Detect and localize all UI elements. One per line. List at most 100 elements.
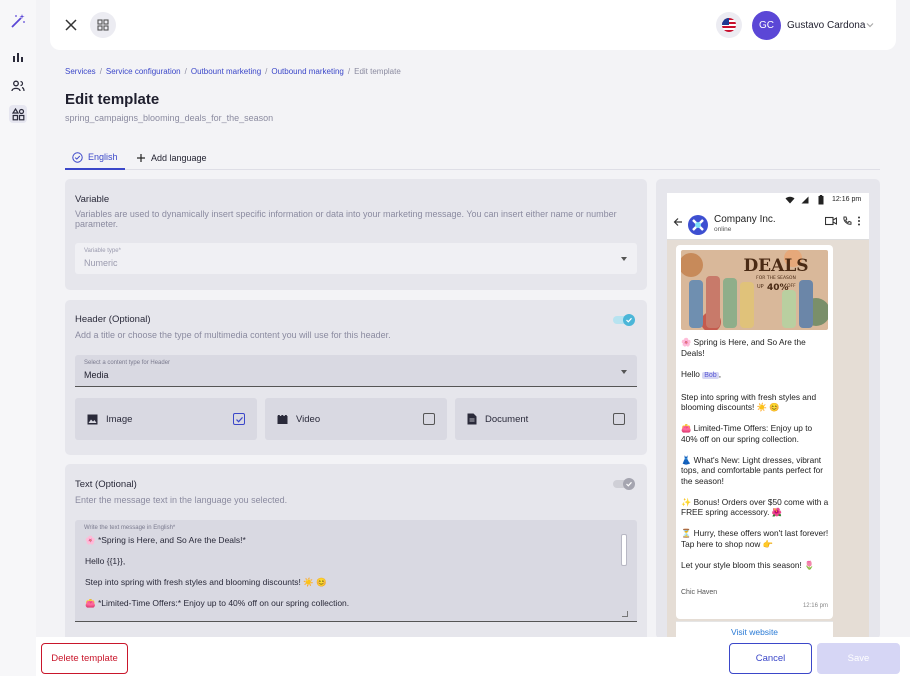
content-type-value: Media <box>84 370 109 380</box>
message-greeting: Hello Bob, <box>681 368 722 379</box>
users-icon[interactable] <box>9 77 27 95</box>
chat-actions <box>825 216 861 226</box>
footer-bar: Delete template Cancel Save <box>36 637 910 676</box>
message-paragraph: ⏳ Hurry, these offers won't last forever… <box>681 528 829 538</box>
media-option-video[interactable]: Video <box>265 398 447 440</box>
variable-type-label: Variable type* <box>84 248 121 254</box>
video-checkbox[interactable] <box>423 413 435 425</box>
message-time: 12:16 pm <box>802 603 828 609</box>
tab-english[interactable]: English <box>65 146 125 170</box>
variable-chip: Bob <box>702 371 719 379</box>
page-title: Edit template <box>65 91 160 108</box>
close-icon[interactable] <box>62 16 80 34</box>
apps-icon[interactable] <box>90 12 116 38</box>
phone-time: 12:16 pm <box>832 196 862 203</box>
shapes-icon[interactable] <box>9 105 27 123</box>
company-logo <box>688 215 708 235</box>
breadcrumb-service-configuration[interactable]: Service configuration <box>106 67 181 76</box>
more-vertical-icon <box>858 216 860 226</box>
promo-upto: UP <box>757 284 764 290</box>
image-checkbox[interactable] <box>233 413 245 425</box>
header-description: Add a title or choose the type of multim… <box>75 330 391 340</box>
message-textarea-label: Write the text message in English* <box>84 525 176 531</box>
message-line <box>85 546 613 557</box>
sidebar <box>0 0 36 676</box>
breadcrumb-outbound-marketing[interactable]: Outbound marketing <box>271 67 344 76</box>
message-line: Hello {{1}}, <box>85 556 126 566</box>
promo-percent: 40% <box>767 283 789 293</box>
promo-off: OFF <box>787 283 796 289</box>
variable-section: Variable Variables are used to dynamical… <box>65 179 647 290</box>
header-section: Header (Optional) Add a title or choose … <box>65 300 647 455</box>
plus-icon <box>137 154 145 162</box>
content-type-label: Select a content type for Header <box>84 360 171 366</box>
toggle-check-icon <box>623 478 635 490</box>
language-tabs: English Add language <box>65 146 880 170</box>
avatar[interactable]: GC <box>752 11 781 40</box>
breadcrumb-separator: / <box>265 67 268 76</box>
message-paragraph: 👛 Limited-Time Offers: Enjoy up to 40% o… <box>681 423 813 444</box>
variable-description: Variables are used to dynamically insert… <box>75 209 617 229</box>
top-bar: GC Gustavo Cardona <box>50 0 896 50</box>
dropdown-arrow-icon <box>621 370 627 374</box>
chat-header: Company Inc. online <box>667 207 869 240</box>
document-checkbox[interactable] <box>613 413 625 425</box>
chevron-down-icon[interactable] <box>865 20 875 30</box>
company-name: Company Inc. <box>714 214 776 225</box>
media-option-image[interactable]: Image <box>75 398 257 440</box>
us-flag-icon[interactable] <box>716 12 742 38</box>
message-paragraph: Let your style bloom this season! 🌷 <box>681 559 815 570</box>
phone-icon <box>843 216 852 225</box>
text-section: Text (Optional) Enter the message text i… <box>65 464 647 642</box>
breadcrumb-outbount-marketing[interactable]: Outbount marketing <box>191 67 261 76</box>
message-signature: Chic Haven <box>681 589 718 596</box>
message-cta: Tap here to shop now 👉 <box>681 538 773 549</box>
bar-chart-icon[interactable] <box>9 48 27 66</box>
resize-handle-icon[interactable] <box>622 611 628 617</box>
toggle-check-icon <box>623 314 635 326</box>
phone-mockup: 12:16 pm Company Inc. online DEALS FOR T… <box>667 193 869 639</box>
promo-title: DEALS <box>743 256 808 276</box>
message-line <box>85 567 613 578</box>
phone-status-bar: 12:16 pm <box>667 193 869 207</box>
cancel-button[interactable]: Cancel <box>729 643 812 674</box>
magic-wand-icon[interactable] <box>9 12 27 30</box>
breadcrumb-services[interactable]: Services <box>65 67 96 76</box>
check-circle-icon <box>72 151 83 163</box>
add-language-label: Add language <box>151 153 207 163</box>
text-toggle[interactable] <box>613 478 635 490</box>
user-name[interactable]: Gustavo Cardona <box>787 20 865 31</box>
promo-subtitle: FOR THE SEASON <box>756 275 796 281</box>
company-status: online <box>714 226 732 233</box>
textarea-scrollbar[interactable] <box>621 534 627 566</box>
message-line: 👛 *Limited-Time Offers:* Enjoy up to 40%… <box>85 598 350 608</box>
promo-image: DEALS FOR THE SEASON UP 40% OFF <box>681 250 828 330</box>
header-toggle[interactable] <box>613 314 635 326</box>
back-arrow-icon <box>673 218 682 226</box>
variable-type-value: Numeric <box>84 258 118 268</box>
message-textarea[interactable]: Write the text message in English* 🌸 *Sp… <box>75 520 637 622</box>
message-heading: 🌸 Spring is Here, and So Are the Deals! <box>681 337 806 358</box>
variable-type-select[interactable]: Variable type* Numeric <box>75 243 637 274</box>
message-text: 🌸 *Spring is Here, and So Are the Deals!… <box>85 535 613 609</box>
dropdown-arrow-icon <box>621 257 627 261</box>
template-name: spring_campaigns_blooming_deals_for_the_… <box>65 113 274 123</box>
video-icon <box>277 414 288 424</box>
battery-icon <box>818 195 824 205</box>
message-bubble: DEALS FOR THE SEASON UP 40% OFF 🌸 Spring… <box>676 245 833 619</box>
tab-english-label: English <box>88 152 118 162</box>
save-button[interactable]: Save <box>817 643 900 674</box>
add-language-button[interactable]: Add language <box>136 146 207 170</box>
message-paragraph: 👗 What's New: Light dresses, vibrant top… <box>681 454 824 486</box>
message-body: 🌸 Spring is Here, and So Are the Deals! … <box>681 337 829 581</box>
media-option-document[interactable]: Document <box>455 398 637 440</box>
breadcrumb-separator: / <box>99 67 102 76</box>
breadcrumb: Services / Service configuration / Outboun… <box>65 67 401 76</box>
breadcrumb-separator: / <box>347 67 351 76</box>
delete-template-button[interactable]: Delete template <box>41 643 128 674</box>
media-option-document-label: Document <box>485 413 529 425</box>
variable-title: Variable <box>75 194 110 205</box>
message-line: Step into spring with fresh styles and b… <box>85 577 327 587</box>
wifi-icon <box>785 196 795 204</box>
content-type-select[interactable]: Select a content type for Header Media <box>75 355 637 387</box>
